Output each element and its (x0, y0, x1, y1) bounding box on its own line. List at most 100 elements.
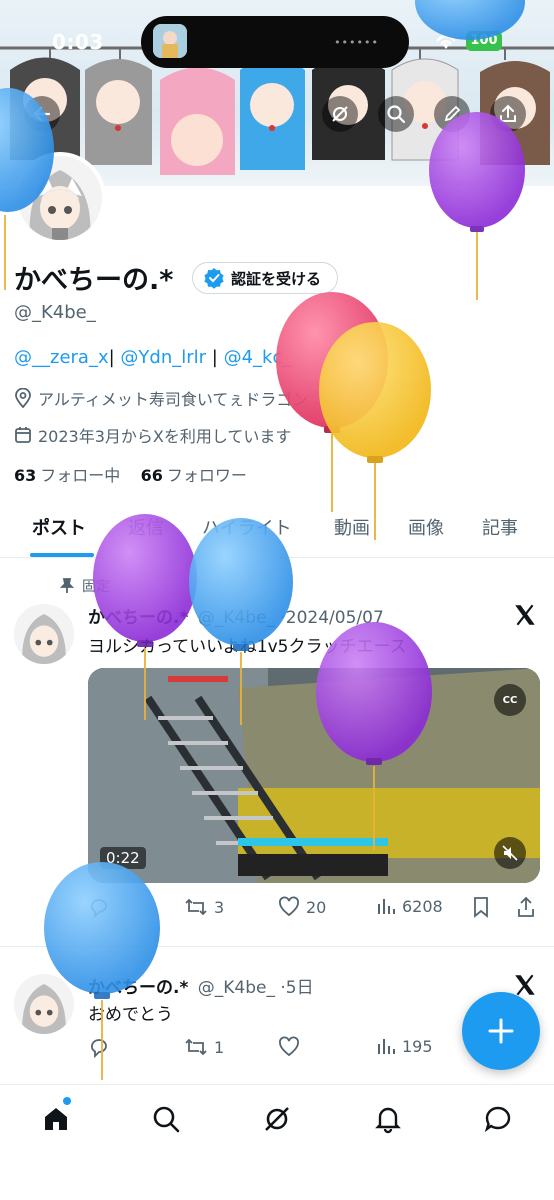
bio-separator: | (211, 347, 218, 368)
captions-button[interactable]: CC (494, 684, 526, 716)
like-button[interactable] (278, 1036, 300, 1058)
share-button[interactable] (490, 96, 526, 132)
followers-label: フォロワー (166, 466, 247, 485)
edit-button[interactable] (434, 96, 470, 132)
home-icon (45, 1108, 67, 1130)
profile-avatar[interactable] (14, 152, 106, 244)
heart-icon (279, 1036, 299, 1057)
status-time: 0:03 (52, 30, 104, 54)
followers-link[interactable]: 66 フォロワー (141, 466, 247, 485)
repost-button[interactable]: 1 (184, 1036, 224, 1058)
profile-bio: @__zera_x| @Ydn_lrlr | @4_kc_ (14, 347, 291, 368)
verified-badge-icon (204, 268, 224, 289)
repost-button[interactable]: 3 (184, 896, 224, 918)
bottom-navigation (0, 1084, 554, 1200)
post-avatar[interactable] (14, 974, 74, 1034)
bio-separator: | (108, 347, 115, 368)
now-playing-thumbnail (153, 24, 187, 58)
share-icon (518, 896, 534, 917)
tab-highlights[interactable]: ハイライト (202, 514, 292, 540)
like-count: 20 (306, 897, 327, 917)
profile-tabs: ポスト 返信 ハイライト 動画 画像 記事 (0, 502, 554, 558)
pinned-indicator: 固定 (60, 576, 110, 596)
video-duration: 0:22 (100, 847, 146, 869)
pin-icon (60, 578, 74, 593)
post-author-handle[interactable]: @_K4be_ (198, 978, 275, 998)
mute-button[interactable] (494, 837, 526, 869)
post-actions: 3 20 6208 (88, 896, 540, 926)
get-verified-label: 認証を受ける (231, 269, 322, 288)
nav-grok[interactable] (257, 1099, 297, 1139)
wifi-icon (436, 34, 456, 49)
battery-indicator: 100 (466, 31, 502, 51)
reply-icon (91, 1039, 107, 1058)
bell-icon (375, 1107, 401, 1134)
post-author-handle[interactable]: @_K4be_ (198, 608, 275, 628)
followers-count: 66 (140, 466, 163, 485)
tab-videos[interactable]: 動画 (334, 514, 370, 540)
active-tab-indicator (30, 553, 94, 557)
repost-icon (185, 1038, 207, 1056)
bio-link-3[interactable]: @4_kc_ (224, 347, 292, 368)
grok-button[interactable] (322, 96, 358, 132)
tab-posts[interactable]: ポスト (32, 514, 86, 540)
post-date[interactable]: ·5日 (280, 978, 313, 998)
tab-replies[interactable]: 返信 (128, 514, 164, 540)
views-count: 195 (402, 1036, 433, 1056)
get-verified-button[interactable]: 認証を受ける (192, 262, 339, 294)
post-text: ヨルシカっていいよね1v5クラッチエース (88, 637, 407, 657)
pencil-icon (444, 105, 461, 122)
post-author-name[interactable]: かべちーの.* (88, 978, 188, 998)
search-button[interactable] (378, 96, 414, 132)
avatar-image (18, 156, 102, 240)
views-button[interactable]: 6208 (376, 896, 443, 916)
repost-icon (185, 898, 207, 916)
status-bar: 0:03 •••••• 100 (0, 0, 554, 86)
nav-search[interactable] (146, 1099, 186, 1139)
message-icon (484, 1106, 511, 1133)
post-video[interactable]: 0:22 CC (88, 668, 540, 883)
views-count: 6208 (402, 896, 443, 916)
views-icon (378, 1039, 395, 1054)
reply-button[interactable] (88, 896, 110, 918)
bookmark-button[interactable] (472, 896, 490, 918)
nav-notifications[interactable] (368, 1099, 408, 1139)
reply-icon (91, 899, 107, 918)
pinned-label: 固定 (82, 579, 110, 595)
tab-photos[interactable]: 画像 (408, 514, 444, 540)
nav-messages[interactable] (478, 1099, 518, 1139)
post-header: かべちーの.* @_K4be_ ·2024/05/07 (88, 603, 384, 628)
following-link[interactable]: 63 フォロー中 (14, 466, 120, 485)
following-count: 63 (14, 466, 37, 485)
tab-articles[interactable]: 記事 (482, 514, 518, 540)
post-date[interactable]: ·2024/05/07 (280, 608, 383, 628)
views-button[interactable]: 195 (376, 1036, 433, 1056)
dynamic-island[interactable]: •••••• (141, 16, 409, 68)
compose-post-button[interactable] (462, 992, 540, 1070)
profile-handle: @_K4be_ (14, 302, 96, 323)
profile-name: かべちーの.* (14, 265, 174, 296)
island-dots: •••••• (334, 36, 379, 49)
profile-location: アルティメット寿司食いてぇドラゴン (14, 386, 308, 410)
search-icon (387, 105, 406, 124)
repost-count: 1 (214, 1037, 225, 1057)
bio-link-1[interactable]: @__zera_x (14, 347, 109, 368)
back-button[interactable] (24, 96, 60, 132)
like-button[interactable]: 20 (278, 896, 326, 918)
plus-icon (488, 1018, 514, 1044)
reply-button[interactable] (88, 1036, 110, 1058)
grok-icon (332, 106, 348, 122)
joined-text: 2023年3月からXを利用しています (38, 427, 292, 446)
share-icon (500, 104, 516, 122)
post-author-name[interactable]: かべちーの.* (88, 608, 188, 628)
profile-joined: 2023年3月からXを利用しています (14, 423, 291, 447)
following-label: フォロー中 (40, 466, 121, 485)
home-notification-dot (63, 1097, 71, 1105)
bio-link-2[interactable]: @Ydn_lrlr (120, 347, 206, 368)
nav-home[interactable] (36, 1099, 76, 1139)
bookmark-icon (474, 897, 488, 918)
calendar-icon (15, 427, 31, 443)
share-post-button[interactable] (516, 896, 536, 918)
muted-speaker-icon (502, 845, 518, 861)
post-avatar[interactable] (14, 604, 74, 664)
